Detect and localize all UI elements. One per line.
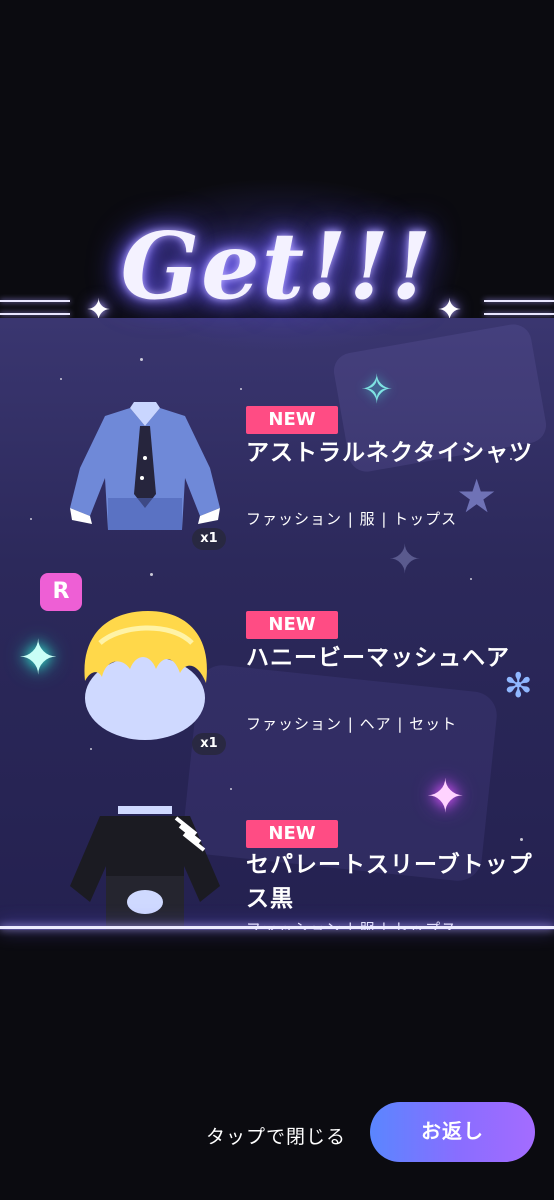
star-dot [230,788,232,790]
tie-shirt-icon [70,402,220,530]
quantity-label: x1 [192,528,226,550]
star-dot [60,378,62,380]
panel-bottom-border [0,926,554,929]
item-name: セパレートスリーブトップス黒 [246,852,533,912]
new-badge: NEW [246,406,338,434]
item-name: ハニービーマッシュヘア [246,645,510,671]
new-badge: NEW [246,820,338,848]
reward-item[interactable]: x1 NEW アストラルネクタイシャツ ファッション | 服 | トップス [0,398,554,598]
reward-item[interactable]: R x1 NEW ハニービーマッシュヘア ファッション | ヘア | セット [0,573,554,773]
star-dot [240,388,242,390]
new-badge: NEW [246,611,338,639]
reply-button[interactable]: お返し [370,1102,535,1162]
item-category: ファッション | 服 | トップス [246,510,458,528]
reward-screen[interactable]: ✦ ✦ ✧ ★ ✦ ✦ ✻ ✦ [0,0,554,1200]
tap-to-close-hint[interactable]: タップで閉じる [206,1122,346,1149]
item-category: ファッション | ヘア | セット [246,715,458,733]
reward-item[interactable]: NEW セパレートスリーブトップス黒 ファッション | 服 | トップス [0,806,554,930]
rewards-panel[interactable]: ✧ ★ ✦ ✦ ✻ ✦ x1 NEW アストラルネクタイシャツ ファッション |… [0,318,554,930]
mushroom-hair-icon [84,611,207,740]
quantity-label: x1 [192,733,226,755]
get-title: Get!!! [120,212,434,320]
separate-sleeve-top-icon [70,806,220,930]
item-name: アストラルネクタイシャツ [246,440,534,466]
star-dot [140,358,143,361]
